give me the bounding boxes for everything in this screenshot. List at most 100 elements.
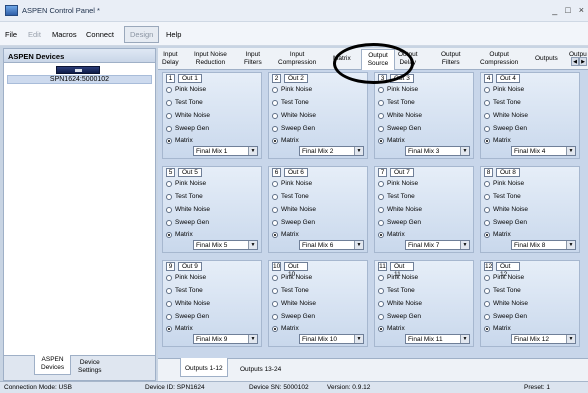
tab-input-noise-reduction[interactable]: Input Noise Reduction (194, 51, 227, 67)
chevron-down-icon[interactable]: ▼ (248, 147, 257, 155)
menu-help[interactable]: Help (166, 30, 181, 39)
matrix-source-dropdown[interactable]: Final Mix 3 ▼ (405, 146, 470, 156)
source-radio-button[interactable] (166, 231, 172, 238)
source-radio-button[interactable] (484, 86, 490, 93)
source-radio-button[interactable] (484, 313, 490, 320)
close-button[interactable]: × (579, 5, 584, 15)
output-name-field[interactable]: Out 9 (178, 262, 202, 271)
source-radio-button[interactable] (272, 313, 278, 320)
matrix-source-dropdown[interactable]: Final Mix 7 ▼ (405, 240, 470, 250)
source-option-row[interactable]: Test Tone (484, 99, 521, 106)
source-option-row[interactable]: Matrix (378, 231, 405, 238)
tab-input-filters[interactable]: Input Filters (244, 51, 262, 67)
source-radio-button[interactable] (378, 274, 384, 281)
matrix-source-dropdown[interactable]: Final Mix 8 ▼ (511, 240, 576, 250)
source-option-row[interactable]: Test Tone (484, 287, 521, 294)
source-radio-button[interactable] (378, 137, 384, 144)
source-option-row[interactable]: Sweep Gen (378, 125, 421, 132)
source-option-row[interactable]: White Noise (272, 300, 316, 307)
source-radio-button[interactable] (378, 219, 384, 226)
source-radio-button[interactable] (166, 206, 172, 213)
source-option-row[interactable]: Pink Noise (484, 180, 524, 187)
output-name-field[interactable]: Out 4 (496, 74, 520, 83)
source-option-row[interactable]: White Noise (166, 300, 210, 307)
tab-aspen-devices[interactable]: ASPEN Devices (34, 355, 72, 375)
source-radio-button[interactable] (272, 219, 278, 226)
source-option-row[interactable]: Test Tone (484, 193, 521, 200)
source-option-row[interactable]: Test Tone (166, 193, 203, 200)
output-name-field[interactable]: Out 10 (284, 262, 308, 278)
source-radio-button[interactable] (272, 231, 278, 238)
source-radio-button[interactable] (166, 313, 172, 320)
source-radio-button[interactable] (272, 300, 278, 307)
source-radio-button[interactable] (378, 112, 384, 119)
matrix-source-dropdown[interactable]: Final Mix 9 ▼ (193, 334, 258, 344)
chevron-down-icon[interactable]: ▼ (460, 147, 469, 155)
source-option-row[interactable]: White Noise (484, 300, 528, 307)
source-option-row[interactable]: Matrix (378, 137, 405, 144)
source-option-row[interactable]: Test Tone (378, 99, 415, 106)
source-radio-button[interactable] (166, 325, 172, 332)
source-radio-button[interactable] (484, 206, 490, 213)
source-option-row[interactable]: Matrix (484, 325, 511, 332)
source-option-row[interactable]: Matrix (484, 137, 511, 144)
source-option-row[interactable]: Pink Noise (272, 274, 312, 281)
source-option-row[interactable]: Matrix (378, 325, 405, 332)
source-radio-button[interactable] (166, 137, 172, 144)
menu-connect[interactable]: Connect (86, 30, 114, 39)
chevron-down-icon[interactable]: ▼ (248, 241, 257, 249)
menu-edit[interactable]: Edit (28, 30, 41, 39)
source-option-row[interactable]: Test Tone (272, 193, 309, 200)
output-name-field[interactable]: Out 6 (284, 168, 308, 177)
source-radio-button[interactable] (166, 180, 172, 187)
tab-outputs[interactable]: Outputs (535, 55, 558, 63)
matrix-source-dropdown[interactable]: Final Mix 2 ▼ (299, 146, 364, 156)
source-radio-button[interactable] (484, 325, 490, 332)
source-option-row[interactable]: Matrix (272, 231, 299, 238)
source-option-row[interactable]: Pink Noise (378, 180, 418, 187)
source-radio-button[interactable] (166, 300, 172, 307)
source-radio-button[interactable] (484, 219, 490, 226)
source-option-row[interactable]: White Noise (166, 206, 210, 213)
chevron-down-icon[interactable]: ▼ (354, 241, 363, 249)
source-radio-button[interactable] (484, 180, 490, 187)
source-radio-button[interactable] (166, 287, 172, 294)
source-radio-button[interactable] (378, 99, 384, 106)
chevron-down-icon[interactable]: ▼ (566, 241, 575, 249)
source-option-row[interactable]: Pink Noise (166, 274, 206, 281)
source-option-row[interactable]: Sweep Gen (484, 219, 527, 226)
source-radio-button[interactable] (484, 112, 490, 119)
menu-macros[interactable]: Macros (52, 30, 77, 39)
source-option-row[interactable]: Test Tone (272, 287, 309, 294)
source-radio-button[interactable] (272, 325, 278, 332)
tab-input-compression[interactable]: Input Compression (278, 51, 316, 67)
source-radio-button[interactable] (378, 231, 384, 238)
source-option-row[interactable]: Pink Noise (378, 86, 418, 93)
tab-output-filters[interactable]: Output Filters (441, 51, 461, 67)
output-name-field[interactable]: Out 8 (496, 168, 520, 177)
source-radio-button[interactable] (166, 99, 172, 106)
source-radio-button[interactable] (166, 219, 172, 226)
source-radio-button[interactable] (272, 125, 278, 132)
scroll-right-icon[interactable]: ▶ (579, 57, 587, 66)
maximize-button[interactable]: □ (565, 5, 570, 15)
source-radio-button[interactable] (378, 125, 384, 132)
source-radio-button[interactable] (484, 287, 490, 294)
output-name-field[interactable]: Out 5 (178, 168, 202, 177)
source-option-row[interactable]: Pink Noise (166, 86, 206, 93)
source-option-row[interactable]: Matrix (272, 137, 299, 144)
source-radio-button[interactable] (484, 193, 490, 200)
output-name-field[interactable]: Out 1 (178, 74, 202, 83)
source-option-row[interactable]: Test Tone (166, 99, 203, 106)
matrix-source-dropdown[interactable]: Final Mix 10 ▼ (299, 334, 364, 344)
source-option-row[interactable]: Pink Noise (378, 274, 418, 281)
source-option-row[interactable]: Test Tone (272, 99, 309, 106)
output-name-field[interactable]: Out 7 (390, 168, 414, 177)
source-option-row[interactable]: White Noise (378, 300, 422, 307)
source-option-row[interactable]: White Noise (378, 112, 422, 119)
source-radio-button[interactable] (272, 274, 278, 281)
source-radio-button[interactable] (378, 180, 384, 187)
source-radio-button[interactable] (378, 313, 384, 320)
source-option-row[interactable]: Sweep Gen (484, 125, 527, 132)
matrix-source-dropdown[interactable]: Final Mix 11 ▼ (405, 334, 470, 344)
